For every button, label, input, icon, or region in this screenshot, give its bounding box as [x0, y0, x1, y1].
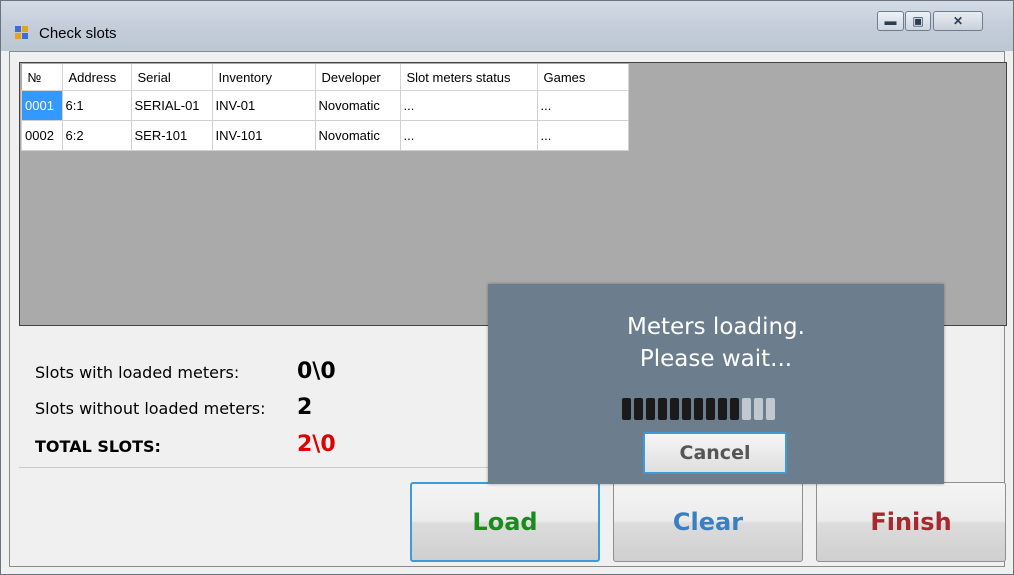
- table-row[interactable]: 0002 6:2 SER-101 INV-101 Novomatic ... .…: [21, 120, 629, 151]
- cell-serial[interactable]: SERIAL-01: [130, 90, 213, 121]
- progress-segment-filled: [694, 398, 703, 420]
- cell-address[interactable]: 6:2: [61, 120, 132, 151]
- progress-segment-filled: [658, 398, 667, 420]
- column-header-inventory[interactable]: Inventory: [212, 64, 316, 91]
- total-slots-label: TOTAL SLOTS:: [35, 437, 161, 456]
- progress-segment-filled: [682, 398, 691, 420]
- progress-segment-empty: [754, 398, 763, 420]
- not-loaded-meters-label: Slots without loaded meters:: [35, 399, 266, 418]
- cell-serial[interactable]: SER-101: [130, 120, 213, 151]
- progress-segment-filled: [622, 398, 631, 420]
- progress-segment-filled: [646, 398, 655, 420]
- clear-button[interactable]: Clear: [613, 482, 803, 562]
- progress-segment-filled: [718, 398, 727, 420]
- grid-header-row: № Address Serial Inventory Developer Slo…: [21, 64, 629, 91]
- cell-number[interactable]: 0002: [21, 120, 63, 151]
- cell-games[interactable]: ...: [536, 120, 629, 151]
- slots-table: № Address Serial Inventory Developer Slo…: [21, 64, 629, 151]
- progress-segment-filled: [634, 398, 643, 420]
- progress-segment-filled: [670, 398, 679, 420]
- cell-developer[interactable]: Novomatic: [314, 120, 401, 151]
- cell-inventory[interactable]: INV-01: [211, 90, 316, 121]
- column-header-serial[interactable]: Serial: [131, 64, 213, 91]
- minimize-button[interactable]: ▬: [877, 11, 904, 31]
- title-bar[interactable]: Check slots ▬ ▣ ✕: [1, 1, 1013, 51]
- loading-message-line1: Meters loading.: [627, 314, 805, 340]
- not-loaded-meters-value: 2: [297, 395, 313, 420]
- column-header-address[interactable]: Address: [62, 64, 132, 91]
- column-header-meters-status[interactable]: Slot meters status: [400, 64, 538, 91]
- cell-meters-status[interactable]: ...: [399, 90, 538, 121]
- progress-segment-filled: [730, 398, 739, 420]
- maximize-button[interactable]: ▣: [905, 11, 931, 31]
- window-title: Check slots: [39, 25, 117, 42]
- cancel-button[interactable]: Cancel: [643, 432, 787, 474]
- progress-segment-empty: [766, 398, 775, 420]
- progress-segment-empty: [742, 398, 751, 420]
- column-header-number[interactable]: №: [21, 64, 63, 91]
- finish-button[interactable]: Finish: [816, 482, 1006, 562]
- loading-message-line2: Please wait...: [639, 346, 793, 372]
- loaded-meters-value: 0\0: [297, 359, 336, 384]
- loaded-meters-label: Slots with loaded meters:: [35, 363, 240, 382]
- app-icon: [15, 26, 29, 40]
- close-icon: ✕: [952, 14, 964, 28]
- close-button[interactable]: ✕: [933, 11, 983, 31]
- table-row[interactable]: 0001 6:1 SERIAL-01 INV-01 Novomatic ... …: [21, 90, 629, 121]
- maximize-icon: ▣: [912, 14, 924, 28]
- column-header-games[interactable]: Games: [537, 64, 629, 91]
- progress-segment-filled: [706, 398, 715, 420]
- cell-number[interactable]: 0001: [21, 90, 63, 121]
- cell-games[interactable]: ...: [536, 90, 629, 121]
- cell-developer[interactable]: Novomatic: [314, 90, 401, 121]
- load-button[interactable]: Load: [410, 482, 600, 562]
- stats-panel: Slots with loaded meters: 0\0 Slots with…: [19, 341, 519, 469]
- loading-progress-bar: [622, 398, 775, 420]
- cell-inventory[interactable]: INV-101: [211, 120, 316, 151]
- check-slots-window: Check slots ▬ ▣ ✕ № Address Serial Inven…: [0, 0, 1014, 575]
- column-header-developer[interactable]: Developer: [315, 64, 401, 91]
- loading-dialog: Meters loading. Please wait... Cancel: [488, 284, 944, 484]
- total-slots-value: 2\0: [297, 432, 336, 457]
- minimize-icon: ▬: [884, 14, 897, 28]
- cell-address[interactable]: 6:1: [61, 90, 132, 121]
- cell-meters-status[interactable]: ...: [399, 120, 538, 151]
